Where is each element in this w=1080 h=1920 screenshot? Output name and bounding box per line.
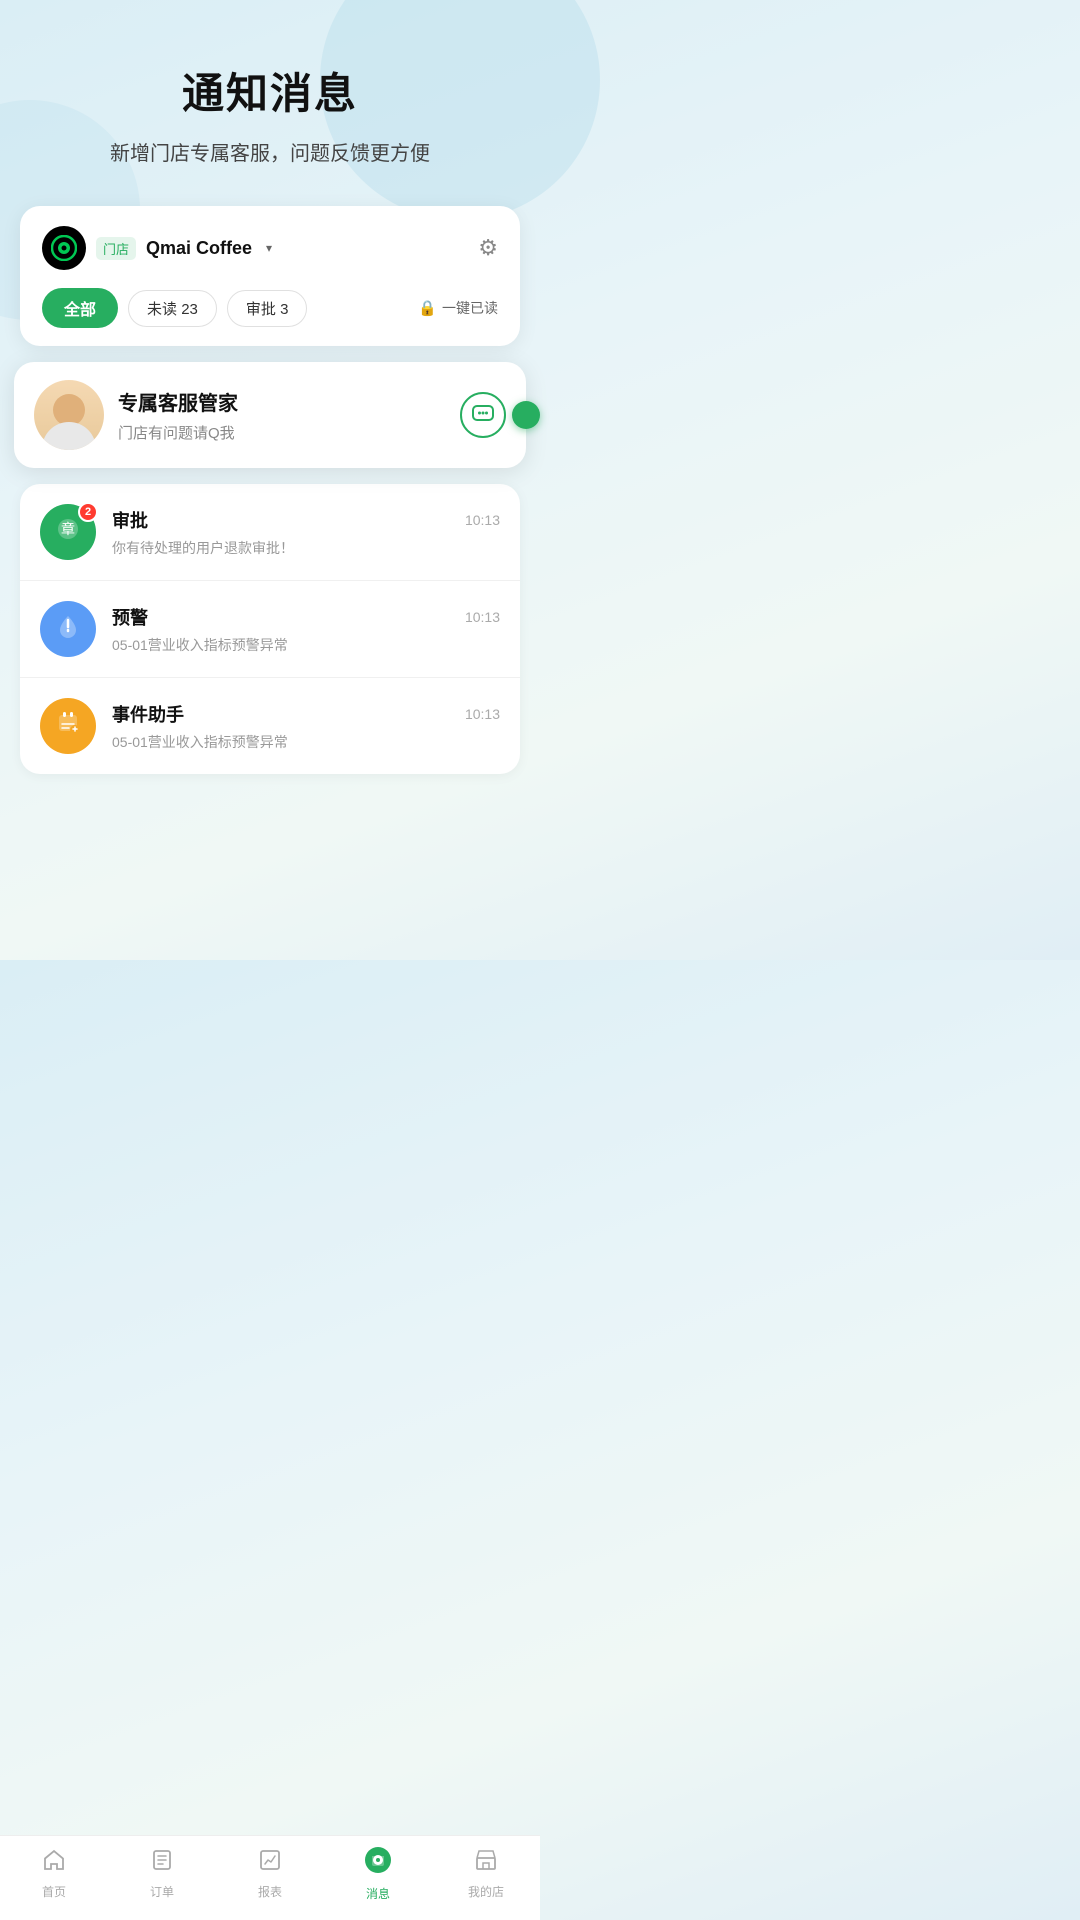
cs-avatar xyxy=(34,380,104,450)
alert-icon xyxy=(54,612,82,647)
gear-icon[interactable]: ⚙ xyxy=(478,235,498,261)
event-content: 事件助手 10:13 05-01营业收入指标预警异常 xyxy=(112,701,500,752)
approve-time: 10:13 xyxy=(465,512,500,528)
alert-title-row: 预警 10:13 xyxy=(112,604,500,630)
nav-item-report[interactable]: 报表 xyxy=(235,1848,305,1900)
approve-content: 审批 10:13 你有待处理的用户退款审批！ xyxy=(112,507,500,558)
cs-name: 专属客服管家 xyxy=(118,387,446,416)
filter-tabs: 全部 未读 23 审批 3 🔒 一键已读 xyxy=(42,288,498,328)
bottom-nav: 首页 订单 报表 消息 xyxy=(0,1835,540,1920)
approve-preview: 你有待处理的用户退款审批！ xyxy=(112,538,500,558)
event-time: 10:13 xyxy=(465,706,500,722)
store-label-tag: 门店 xyxy=(96,237,136,260)
lock-icon: 🔒 xyxy=(418,299,437,317)
tab-all[interactable]: 全部 xyxy=(42,288,118,328)
event-icon xyxy=(54,709,82,744)
svg-text:章: 章 xyxy=(61,521,75,537)
mystore-icon xyxy=(474,1848,498,1879)
page-subtitle: 新增门店专属客服，问题反馈更方便 xyxy=(30,137,510,166)
message-icon xyxy=(364,1846,392,1881)
message-item-event[interactable]: 事件助手 10:13 05-01营业收入指标预警异常 xyxy=(20,678,520,774)
event-title: 事件助手 xyxy=(112,701,184,727)
header-section: 通知消息 新增门店专属客服，问题反馈更方便 xyxy=(0,0,540,196)
approve-badge: 2 xyxy=(78,502,98,522)
nav-item-mystore[interactable]: 我的店 xyxy=(451,1848,521,1900)
cs-desc: 门店有问题请Q我 xyxy=(118,422,446,443)
approve-icon-wrap: 章 2 xyxy=(40,504,96,560)
tab-approve-count: 3 xyxy=(280,301,288,318)
tab-approve[interactable]: 审批 3 xyxy=(227,290,308,327)
nav-item-message[interactable]: 消息 xyxy=(343,1846,413,1902)
alert-preview: 05-01营业收入指标预警异常 xyxy=(112,635,500,655)
nav-label-report: 报表 xyxy=(258,1883,282,1900)
store-logo xyxy=(42,226,86,270)
approve-title: 审批 xyxy=(112,507,148,533)
store-name: Qmai Coffee xyxy=(146,238,252,259)
nav-label-order: 订单 xyxy=(150,1883,174,1900)
nav-label-home: 首页 xyxy=(42,1883,66,1900)
tab-unread[interactable]: 未读 23 xyxy=(128,290,217,327)
message-item-alert[interactable]: 预警 10:13 05-01营业收入指标预警异常 xyxy=(20,581,520,678)
nav-item-home[interactable]: 首页 xyxy=(19,1848,89,1900)
store-header: 门店 Qmai Coffee ▾ ⚙ xyxy=(42,226,498,270)
alert-title: 预警 xyxy=(112,604,148,630)
message-list: 章 2 审批 10:13 你有待处理的用户退款审批！ xyxy=(20,484,520,774)
tab-approve-label: 审批 xyxy=(246,301,276,318)
nav-label-mystore: 我的店 xyxy=(468,1883,504,1900)
alert-content: 预警 10:13 05-01营业收入指标预警异常 xyxy=(112,604,500,655)
page-title: 通知消息 xyxy=(30,60,510,121)
chevron-down-icon[interactable]: ▾ xyxy=(266,241,272,255)
message-item-approve[interactable]: 章 2 审批 10:13 你有待处理的用户退款审批！ xyxy=(20,484,520,581)
event-title-row: 事件助手 10:13 xyxy=(112,701,500,727)
read-all-label: 一键已读 xyxy=(442,298,498,318)
event-icon-wrap xyxy=(40,698,96,754)
approve-icon: 章 xyxy=(54,515,82,549)
home-icon xyxy=(42,1848,66,1879)
store-card: 门店 Qmai Coffee ▾ ⚙ 全部 未读 23 审批 3 🔒 一键已读 xyxy=(20,206,520,346)
tab-unread-label: 未读 xyxy=(147,301,177,318)
report-icon xyxy=(258,1848,282,1879)
order-icon xyxy=(150,1848,174,1879)
cs-info: 专属客服管家 门店有问题请Q我 xyxy=(118,387,446,443)
alert-time: 10:13 xyxy=(465,609,500,625)
nav-label-message: 消息 xyxy=(366,1885,390,1902)
cs-online-indicator xyxy=(512,401,540,429)
tab-read-all[interactable]: 🔒 一键已读 xyxy=(418,298,498,318)
tab-unread-count: 23 xyxy=(181,301,198,318)
nav-item-order[interactable]: 订单 xyxy=(127,1848,197,1900)
page-container: 通知消息 新增门店专属客服，问题反馈更方便 门店 Qmai Coffee ▾ ⚙… xyxy=(0,0,540,874)
event-preview: 05-01营业收入指标预警异常 xyxy=(112,732,500,752)
approve-title-row: 审批 10:13 xyxy=(112,507,500,533)
alert-icon-wrap xyxy=(40,601,96,657)
store-logo-name: 门店 Qmai Coffee ▾ xyxy=(42,226,272,270)
cs-chat-button[interactable] xyxy=(460,392,506,438)
cs-card[interactable]: 专属客服管家 门店有问题请Q我 xyxy=(14,362,526,468)
